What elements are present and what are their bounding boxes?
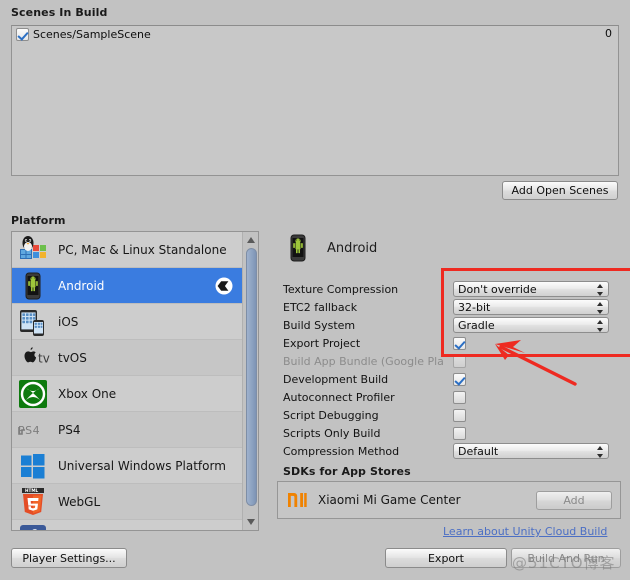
dropdown-value: 32-bit [458, 300, 491, 314]
player-settings-button[interactable]: Player Settings... [11, 548, 127, 568]
setting-label: Build App Bundle (Google Pla [283, 354, 444, 368]
build-system-dropdown[interactable]: Gradle [453, 317, 609, 333]
setting-row-script-debugging: Script Debugging [283, 406, 623, 424]
platform-item-uwp[interactable]: Universal Windows Platform [12, 448, 242, 484]
scripts-only-build-checkbox[interactable] [453, 426, 466, 440]
platform-item-ios[interactable]: iOS [12, 304, 242, 340]
dropdown-value: Gradle [458, 318, 495, 332]
chevron-updown-icon [596, 320, 603, 332]
unity-logo-icon [215, 277, 233, 295]
build-app-bundle-checkbox [453, 354, 466, 368]
player-settings-label: Player Settings... [22, 551, 116, 565]
ps4-icon: PS4 [18, 415, 48, 445]
platform-title: Platform [11, 214, 66, 227]
export-project-checkbox[interactable] [453, 336, 466, 350]
pc-mac-linux-icon [18, 235, 48, 265]
build-and-run-button[interactable]: Build And Run [511, 548, 621, 568]
facebook-icon [18, 523, 48, 530]
scenes-in-build-list[interactable]: Scenes/SampleScene 0 [11, 25, 619, 176]
setting-row-compression-method: Compression Method Default [283, 442, 623, 460]
platform-item-pc-mac-linux[interactable]: PC, Mac & Linux Standalone [12, 232, 242, 268]
scroll-up-arrow-icon[interactable] [245, 234, 257, 246]
scene-path-label: Scenes/SampleScene [33, 28, 151, 41]
setting-label: Compression Method [283, 444, 400, 458]
ios-icon [18, 307, 48, 337]
setting-label: Texture Compression [283, 282, 399, 296]
script-debugging-checkbox[interactable] [453, 408, 466, 422]
setting-label: ETC2 fallback [283, 300, 358, 314]
selected-platform-name: Android [327, 240, 378, 256]
platform-item-ps4[interactable]: PS4 PS4 [12, 412, 242, 448]
setting-row-development-build: Development Build [283, 370, 623, 388]
platform-list-viewport: PC, Mac & Linux Standalone Android iOS t… [12, 232, 242, 530]
dropdown-value: Don't override [458, 282, 537, 296]
build-and-run-label: Build And Run [527, 551, 605, 565]
chevron-updown-icon [596, 284, 603, 296]
unity-build-settings-window: Scenes In Build Scenes/SampleScene 0 Add… [0, 0, 630, 580]
platform-item-label: PC, Mac & Linux Standalone [58, 242, 227, 257]
platform-item-facebook[interactable]: Facebook [12, 520, 242, 530]
setting-label: Export Project [283, 336, 361, 350]
texture-compression-dropdown[interactable]: Don't override [453, 281, 609, 297]
compression-method-dropdown[interactable]: Default [453, 443, 609, 459]
tvos-icon: tv [18, 343, 50, 373]
svg-text:HTML: HTML [25, 488, 39, 493]
platform-item-label: Universal Windows Platform [58, 458, 226, 473]
setting-label: Script Debugging [283, 408, 379, 422]
setting-row-autoconnect-profiler: Autoconnect Profiler [283, 388, 623, 406]
etc2-fallback-dropdown[interactable]: 32-bit [453, 299, 609, 315]
sdk-entry-row[interactable]: Xiaomi Mi Game Center Add [277, 481, 621, 519]
add-sdk-button[interactable]: Add [536, 490, 612, 510]
setting-row-scripts-only-build: Scripts Only Build [283, 424, 623, 442]
scrollbar-thumb[interactable] [246, 248, 257, 506]
development-build-checkbox[interactable] [453, 372, 466, 386]
platform-list[interactable]: PC, Mac & Linux Standalone Android iOS t… [11, 231, 259, 531]
windows-icon [18, 451, 48, 481]
platform-item-label: WebGL [58, 494, 101, 509]
setting-label: Build System [283, 318, 356, 332]
dropdown-value: Default [458, 444, 499, 458]
chevron-updown-icon [596, 446, 603, 458]
scroll-down-arrow-icon[interactable] [245, 516, 257, 528]
add-sdk-label: Add [563, 493, 585, 507]
export-label: Export [427, 551, 464, 565]
add-open-scenes-label: Add Open Scenes [511, 184, 609, 197]
xbox-icon [18, 379, 48, 409]
platform-item-label: iOS [58, 314, 79, 329]
android-icon [283, 233, 313, 263]
platform-item-tvos[interactable]: tv tvOS [12, 340, 242, 376]
sdks-for-app-stores-title: SDKs for App Stores [283, 465, 411, 478]
sdk-entry-name: Xiaomi Mi Game Center [318, 493, 461, 507]
setting-row-texture-compression: Texture Compression Don't override [283, 280, 623, 298]
scene-enabled-checkbox[interactable] [16, 28, 29, 41]
export-button[interactable]: Export [385, 548, 507, 568]
platform-list-scrollbar[interactable] [242, 232, 258, 530]
platform-item-xbox-one[interactable]: Xbox One [12, 376, 242, 412]
platform-item-label: tvOS [58, 350, 87, 365]
scene-row[interactable]: Scenes/SampleScene 0 [12, 26, 618, 43]
autoconnect-profiler-checkbox[interactable] [453, 390, 466, 404]
setting-row-etc2-fallback: ETC2 fallback 32-bit [283, 298, 623, 316]
scenes-in-build-title: Scenes In Build [11, 6, 108, 19]
chevron-updown-icon [596, 302, 603, 314]
android-icon [18, 271, 48, 301]
platform-item-label: Android [58, 278, 105, 293]
html5-icon: HTML [18, 487, 48, 517]
add-open-scenes-button[interactable]: Add Open Scenes [502, 181, 618, 200]
scene-index-label: 0 [605, 27, 612, 40]
learn-about-unity-cloud-build-link[interactable]: Learn about Unity Cloud Build [443, 525, 607, 538]
platform-item-webgl[interactable]: HTML WebGL [12, 484, 242, 520]
setting-label: Development Build [283, 372, 389, 386]
platform-item-label: Xbox One [58, 386, 117, 401]
selected-platform-header: Android [283, 233, 377, 263]
platform-item-label: PS4 [58, 422, 81, 437]
platform-item-android[interactable]: Android [12, 268, 242, 304]
setting-label: Scripts Only Build [283, 426, 381, 440]
xiaomi-mi-icon [286, 489, 308, 511]
setting-row-build-app-bundle: Build App Bundle (Google Pla [283, 352, 623, 370]
setting-row-export-project: Export Project [283, 334, 623, 352]
setting-row-build-system: Build System Gradle [283, 316, 623, 334]
setting-label: Autoconnect Profiler [283, 390, 395, 404]
svg-text:tv: tv [38, 351, 50, 365]
